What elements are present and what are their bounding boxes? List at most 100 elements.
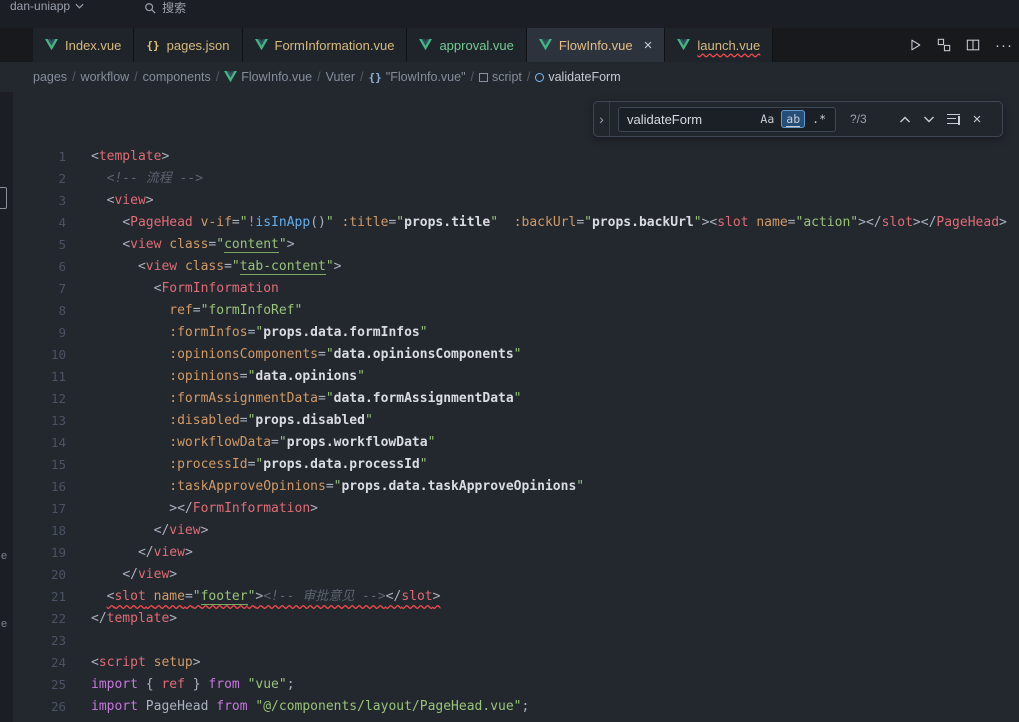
code-token: :workflowData	[169, 435, 271, 450]
code-token: ref	[169, 303, 192, 318]
open-changes-button[interactable]	[937, 38, 951, 52]
code-token	[91, 413, 169, 428]
tab-approval.vue[interactable]: approval.vue	[407, 28, 526, 62]
code-line[interactable]: 13 :disabled="props.disabled"	[0, 410, 1019, 432]
code-token: >	[169, 567, 177, 582]
breadcrumb-item-Vuter[interactable]: Vuter	[326, 70, 355, 84]
code-token: =	[318, 347, 326, 362]
code-line[interactable]: 8 ref="formInfoRef"	[0, 300, 1019, 322]
breadcrumb-item-FlowInfo.vue[interactable]: FlowInfo.vue	[224, 70, 312, 84]
close-icon[interactable]: ×	[644, 38, 653, 53]
code-line[interactable]: 5 <view class="content">	[0, 234, 1019, 256]
breadcrumb-separator: /	[72, 70, 75, 84]
code-token: template	[99, 149, 162, 164]
code-line[interactable]: 9 :formInfos="props.data.formInfos"	[0, 322, 1019, 344]
code-token: data.formAssignmentData	[334, 391, 514, 406]
code-line[interactable]: 7 <FormInformation	[0, 278, 1019, 300]
side-strip-text: e	[1, 618, 7, 630]
code-line[interactable]: 3 <view>	[0, 190, 1019, 212]
code-line-text: <script setup>	[66, 652, 201, 674]
code-token: ;	[522, 699, 530, 714]
code-line-text	[66, 630, 91, 652]
tab-label: FlowInfo.vue	[559, 38, 633, 53]
breadcrumb-item-FlowInfo.vue[interactable]: {}"FlowInfo.vue"	[369, 70, 466, 84]
breadcrumb-item-pages[interactable]: pages	[33, 70, 67, 84]
code-line-text: :formInfos="props.data.formInfos"	[66, 322, 428, 344]
code-line[interactable]: 26import PageHead from "@/components/lay…	[0, 696, 1019, 718]
code-token: FormInformation	[193, 501, 310, 516]
code-token: template	[107, 611, 170, 626]
split-editor-button[interactable]	[966, 38, 980, 52]
code-line[interactable]: 6 <view class="tab-content">	[0, 256, 1019, 278]
code-token: props.data.formInfos	[263, 325, 420, 340]
code-line[interactable]: 1<template>	[0, 146, 1019, 168]
regex-toggle[interactable]: .*	[807, 110, 831, 128]
code-line[interactable]: 24<script setup>	[0, 652, 1019, 674]
code-token: <	[138, 259, 146, 274]
diff-icon	[937, 38, 951, 52]
tab-label: Index.vue	[65, 38, 121, 53]
code-line[interactable]: 20 </view>	[0, 564, 1019, 586]
previous-match-button[interactable]	[894, 108, 916, 130]
breadcrumb-item-validateForm[interactable]: validateForm	[535, 70, 620, 84]
json-icon: {}	[146, 39, 159, 52]
code-line[interactable]: 25import { ref } from "vue";	[0, 674, 1019, 696]
find-expand-chevron[interactable]: ›	[594, 102, 610, 136]
run-button[interactable]	[908, 38, 922, 52]
left-side-strip: e e	[0, 92, 13, 722]
tab-Index.vue[interactable]: Index.vue	[33, 28, 134, 62]
next-match-button[interactable]	[918, 108, 940, 130]
code-line[interactable]: 4 <PageHead v-if="!isInApp()" :title="pr…	[0, 212, 1019, 234]
code-token: view	[114, 193, 145, 208]
close-find-button[interactable]: ×	[966, 108, 988, 130]
ellipsis-icon: ···	[995, 37, 1013, 54]
code-token: <	[91, 655, 99, 670]
code-token	[91, 325, 169, 340]
code-line[interactable]: 16 :taskApproveOpinions="props.data.task…	[0, 476, 1019, 498]
code-line[interactable]: 23	[0, 630, 1019, 652]
code-line[interactable]: 2 <!-- 流程 -->	[0, 168, 1019, 190]
code-token: =	[185, 589, 193, 604]
code-token: "	[326, 259, 334, 274]
code-token	[138, 699, 146, 714]
code-token	[334, 215, 342, 230]
breadcrumb-item-components[interactable]: components	[143, 70, 211, 84]
whole-word-toggle[interactable]: ab	[781, 110, 805, 128]
tab-launch.vue[interactable]: launch.vue	[665, 28, 773, 62]
code-token: </	[122, 567, 138, 582]
code-token: :taskApproveOpinions	[169, 479, 326, 494]
code-token: "@/components/layout/PageHead.vue"	[255, 699, 521, 714]
find-input[interactable]: validateForm	[627, 112, 753, 127]
code-line[interactable]: 18 </view>	[0, 520, 1019, 542]
code-token: ref	[161, 677, 184, 692]
code-token: tab-content	[240, 259, 326, 275]
breadcrumb-item-script[interactable]: script	[479, 70, 522, 84]
breadcrumb-item-workflow[interactable]: workflow	[81, 70, 130, 84]
code-line[interactable]: 19 </view>	[0, 542, 1019, 564]
close-icon: ×	[973, 111, 982, 128]
code-line[interactable]: 12 :formAssignmentData="data.formAssignm…	[0, 388, 1019, 410]
project-menu[interactable]: dan-uniapp	[4, 0, 90, 15]
global-search[interactable]: 搜索	[136, 0, 194, 18]
code-area[interactable]: 1<template>2 <!-- 流程 -->3 <view>4 <PageH…	[0, 92, 1019, 718]
tab-FormInformation.vue[interactable]: FormInformation.vue	[243, 28, 408, 62]
code-line[interactable]: 22</template>	[0, 608, 1019, 630]
find-in-selection-button[interactable]	[942, 108, 964, 130]
code-line-text: ref="formInfoRef"	[66, 300, 302, 322]
editor-area[interactable]: e e › validateForm Aa ab .* ?/3 ×	[0, 92, 1019, 722]
code-token: FormInformation	[161, 281, 278, 296]
find-input-box[interactable]: validateForm Aa ab .*	[618, 107, 836, 132]
code-token	[193, 215, 201, 230]
tab-pages.json[interactable]: {}pages.json	[134, 28, 242, 62]
code-line[interactable]: 17 ></FormInformation>	[0, 498, 1019, 520]
more-actions-button[interactable]: ···	[995, 37, 1013, 54]
tab-FlowInfo.vue[interactable]: FlowInfo.vue ×	[527, 28, 665, 62]
breadcrumb-label: pages	[33, 70, 67, 84]
code-line[interactable]: 10 :opinionsComponents="data.opinionsCom…	[0, 344, 1019, 366]
match-case-toggle[interactable]: Aa	[755, 110, 779, 128]
code-line[interactable]: 11 :opinions="data.opinions"	[0, 366, 1019, 388]
play-icon	[908, 38, 922, 52]
code-line[interactable]: 21 <slot name="footer"><!-- 审批意见 --></sl…	[0, 586, 1019, 608]
code-line[interactable]: 14 :workflowData="props.workflowData"	[0, 432, 1019, 454]
code-line[interactable]: 15 :processId="props.data.processId"	[0, 454, 1019, 476]
